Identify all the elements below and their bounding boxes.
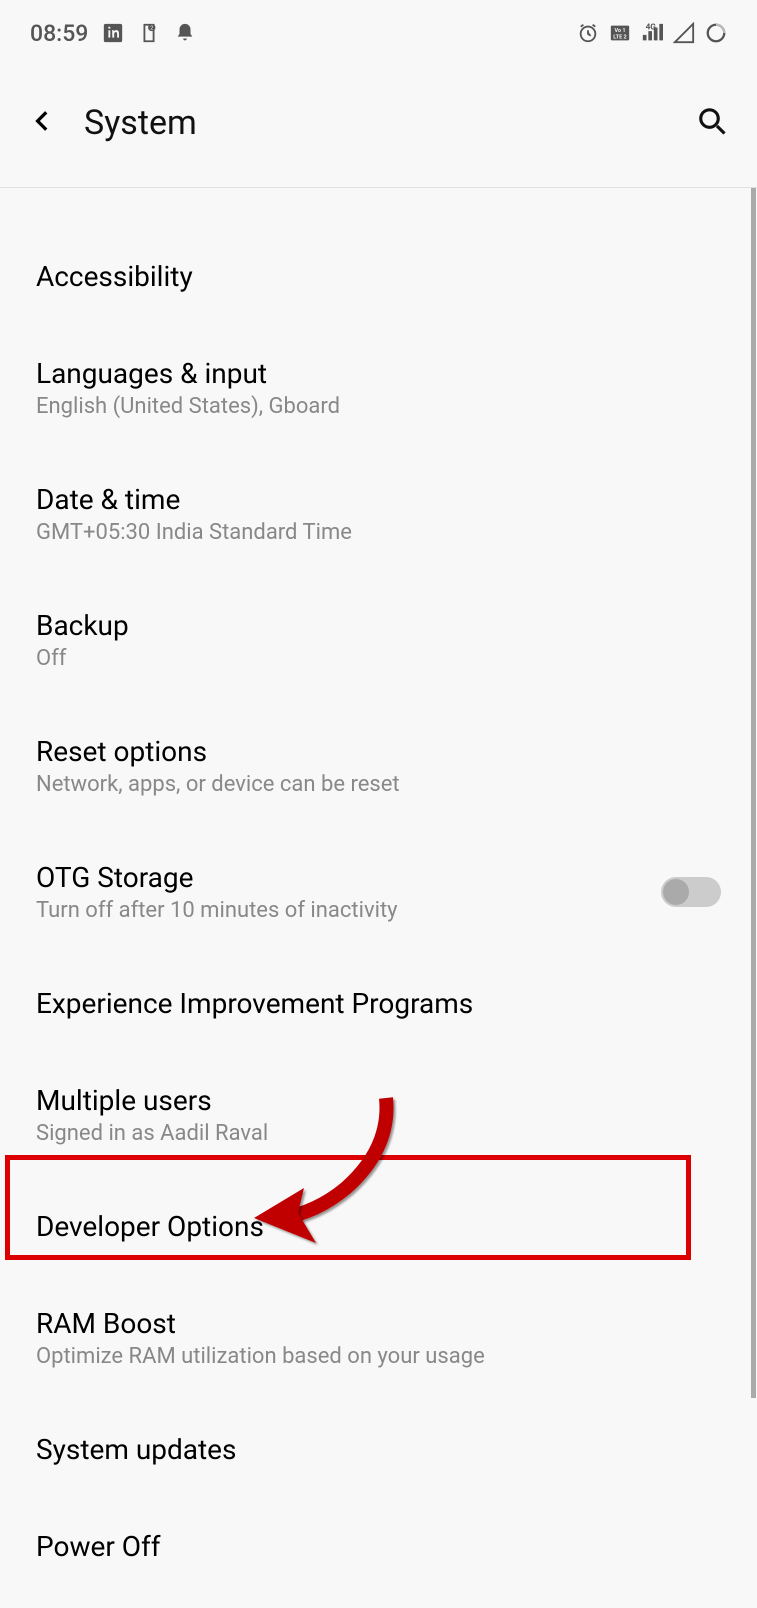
item-title: Date & time — [36, 483, 721, 516]
item-subtitle: Optimize RAM utilization based on your u… — [36, 1344, 721, 1369]
signal-4g-icon: 4G — [641, 22, 663, 44]
settings-item-otg[interactable]: OTG Storage Turn off after 10 minutes of… — [0, 829, 757, 955]
settings-item-backup[interactable]: Backup Off — [0, 577, 757, 703]
linkedin-icon — [102, 22, 124, 44]
item-title: Experience Improvement Programs — [36, 987, 721, 1020]
settings-item-system-updates[interactable]: System updates — [0, 1401, 757, 1498]
status-bar: 08:59 2 Vo 1LTE 2 4G — [0, 8, 757, 58]
settings-item-experience[interactable]: Experience Improvement Programs — [0, 955, 757, 1052]
toggle-knob — [663, 879, 689, 905]
settings-item-developer-options[interactable]: Developer Options — [0, 1178, 757, 1275]
alarm-icon — [577, 22, 599, 44]
settings-content: Accessibility Languages & input English … — [0, 188, 757, 1595]
signal-icon — [673, 22, 695, 44]
item-title: System updates — [36, 1433, 721, 1466]
battery-icon — [705, 22, 727, 44]
item-title: Power Off — [36, 1530, 721, 1563]
settings-item-languages[interactable]: Languages & input English (United States… — [0, 325, 757, 451]
item-title: Reset options — [36, 735, 721, 768]
item-title: Backup — [36, 609, 721, 642]
item-title: Languages & input — [36, 357, 721, 390]
status-time: 08:59 — [30, 20, 88, 47]
item-subtitle: GMT+05:30 India Standard Time — [36, 520, 721, 545]
settings-item-multiple-users[interactable]: Multiple users Signed in as Aadil Raval — [0, 1052, 757, 1178]
item-subtitle: Turn off after 10 minutes of inactivity — [36, 898, 661, 923]
page-title: System — [84, 103, 197, 143]
item-subtitle: Signed in as Aadil Raval — [36, 1121, 721, 1146]
settings-item-power-off[interactable]: Power Off — [0, 1498, 757, 1595]
search-button[interactable] — [697, 106, 727, 140]
item-subtitle: Off — [36, 646, 721, 671]
item-subtitle: Network, apps, or device can be reset — [36, 772, 721, 797]
settings-item-accessibility[interactable]: Accessibility — [0, 228, 757, 325]
settings-item-ram-boost[interactable]: RAM Boost Optimize RAM utilization based… — [0, 1275, 757, 1401]
bell-icon — [174, 22, 196, 44]
svg-text:Vo 1: Vo 1 — [614, 28, 625, 34]
scroll-indicator[interactable] — [751, 188, 756, 1398]
volte-icon: Vo 1LTE 2 — [609, 22, 631, 44]
item-title: Developer Options — [36, 1210, 721, 1243]
otg-toggle[interactable] — [661, 877, 721, 907]
settings-list: Accessibility Languages & input English … — [0, 228, 757, 1595]
notification-icon: 2 — [138, 22, 160, 44]
item-title: Multiple users — [36, 1084, 721, 1117]
settings-item-reset[interactable]: Reset options Network, apps, or device c… — [0, 703, 757, 829]
item-title: OTG Storage — [36, 861, 661, 894]
app-icon — [210, 22, 232, 44]
svg-text:LTE 2: LTE 2 — [613, 35, 626, 41]
settings-item-datetime[interactable]: Date & time GMT+05:30 India Standard Tim… — [0, 451, 757, 577]
svg-text:2: 2 — [151, 25, 154, 31]
item-title: Accessibility — [36, 260, 721, 293]
app-header: System — [0, 58, 757, 188]
item-title: RAM Boost — [36, 1307, 721, 1340]
item-subtitle: English (United States), Gboard — [36, 394, 721, 419]
back-button[interactable] — [30, 108, 56, 138]
